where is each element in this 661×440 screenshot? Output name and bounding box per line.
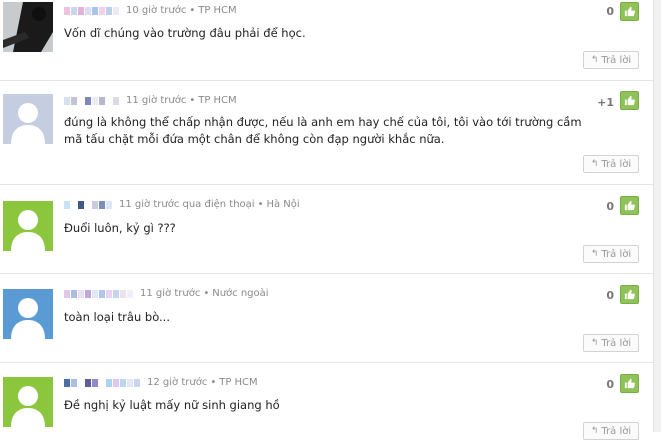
avatar[interactable] <box>3 377 53 427</box>
comment-time: 11 giờ trước qua điện thoại <box>119 199 255 210</box>
like-button[interactable] <box>620 196 639 215</box>
reply-label: Trả lời <box>601 425 632 437</box>
like-button[interactable] <box>620 2 639 21</box>
comment-item: 12 giờ trước • TP HCM Đề nghị kỷ luật mấ… <box>0 362 653 440</box>
comment-text: toàn loại trâu bò... <box>64 310 170 324</box>
reply-button[interactable]: ↰ Trả lời <box>583 422 639 440</box>
comment-location: TP HCM <box>198 95 237 106</box>
thumbs-up-icon <box>624 6 635 17</box>
comment-item: 11 giờ trước • TP HCM đúng là không thể … <box>0 80 653 185</box>
reply-label: Trả lời <box>601 54 632 66</box>
like-count: 0 <box>606 378 614 391</box>
reply-arrow-icon: ↰ <box>590 249 599 259</box>
meta-separator: • <box>189 95 196 106</box>
like-count: 0 <box>606 200 614 213</box>
avatar[interactable] <box>3 289 53 339</box>
reply-button[interactable]: ↰ Trả lời <box>583 334 639 352</box>
thumbs-up-icon <box>624 95 635 106</box>
comment-location: Hà Nội <box>266 199 300 210</box>
reply-arrow-icon: ↰ <box>590 338 599 348</box>
like-button[interactable] <box>620 374 639 393</box>
avatar[interactable] <box>3 201 53 251</box>
comment-meta: 12 giờ trước • TP HCM <box>64 377 258 388</box>
thumbs-up-icon <box>624 289 635 300</box>
meta-separator: • <box>189 5 196 16</box>
reply-arrow-icon: ↰ <box>590 159 599 169</box>
comment-meta: 11 giờ trước • Nước ngoài <box>64 288 269 299</box>
reply-button[interactable]: ↰ Trả lời <box>583 155 639 173</box>
comment-meta: 10 giờ trước • TP HCM <box>64 5 237 16</box>
comment-location: TP HCM <box>219 377 258 388</box>
username-pixelated <box>64 6 120 15</box>
comment-item: 11 giờ trước qua điện thoại • Hà Nội Đuổ… <box>0 184 653 274</box>
meta-separator: • <box>203 288 210 299</box>
comment-item: 11 giờ trước • Nước ngoài toàn loại trâu… <box>0 273 653 363</box>
reply-button[interactable]: ↰ Trả lời <box>583 245 639 263</box>
thumbs-up-icon <box>624 378 635 389</box>
comment-location: Nước ngoài <box>212 288 269 299</box>
comment-meta: 11 giờ trước qua điện thoại • Hà Nội <box>64 199 300 210</box>
comment-text: Đuổi luôn, kỷ gì ??? <box>64 221 176 235</box>
comment-time: 12 giờ trước <box>147 377 208 388</box>
comment-text: Vốn dĩ chúng vào trường đâu phải để học. <box>64 26 306 40</box>
like-button[interactable] <box>620 91 639 110</box>
comment-time: 11 giờ trước <box>126 95 187 106</box>
avatar[interactable] <box>3 2 53 52</box>
meta-separator: • <box>210 377 217 388</box>
like-count: 0 <box>606 289 614 302</box>
comment-text: đúng là không thể chấp nhận được, nếu là… <box>64 115 582 146</box>
comment-time: 11 giờ trước <box>140 288 201 299</box>
like-button[interactable] <box>620 285 639 304</box>
avatar[interactable] <box>3 94 53 144</box>
username-pixelated <box>64 378 141 387</box>
username-pixelated <box>64 289 134 298</box>
like-count: +1 <box>597 96 614 109</box>
reply-label: Trả lời <box>601 248 632 260</box>
thumbs-up-icon <box>624 200 635 211</box>
like-count: 0 <box>606 5 614 18</box>
username-pixelated <box>64 200 113 209</box>
scrollbar[interactable] <box>653 0 661 432</box>
reply-label: Trả lời <box>601 158 632 170</box>
comment-time: 10 giờ trước <box>126 5 187 16</box>
reply-arrow-icon: ↰ <box>590 55 599 65</box>
reply-arrow-icon: ↰ <box>590 426 599 436</box>
reply-label: Trả lời <box>601 337 632 349</box>
username-pixelated <box>64 96 120 105</box>
meta-separator: • <box>257 199 264 210</box>
comment-item: 10 giờ trước • TP HCM Vốn dĩ chúng vào t… <box>0 0 653 81</box>
reply-button[interactable]: ↰ Trả lời <box>583 51 639 69</box>
comment-meta: 11 giờ trước • TP HCM <box>64 95 237 106</box>
comment-location: TP HCM <box>198 5 237 16</box>
comment-text: Đề nghị kỷ luật mấy nữ sinh giang hồ <box>64 398 280 412</box>
